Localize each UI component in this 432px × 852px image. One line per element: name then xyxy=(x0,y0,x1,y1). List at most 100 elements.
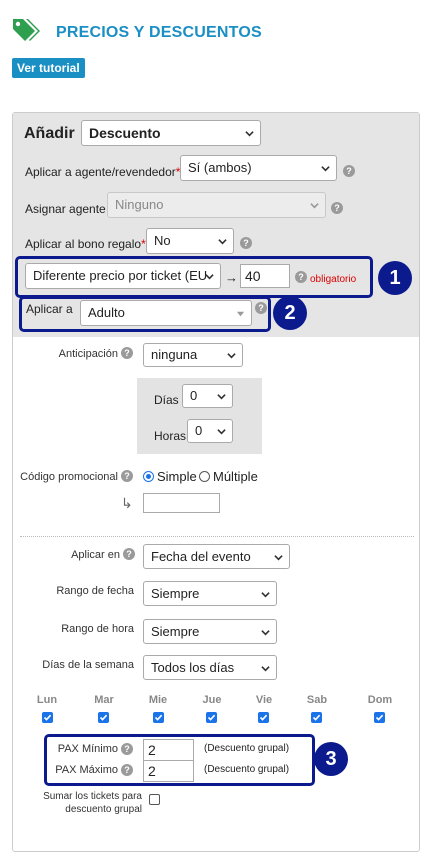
add-type-value: Descuento xyxy=(89,125,161,141)
chevron-down-icon xyxy=(310,203,319,209)
tags-icon xyxy=(13,19,40,41)
advance-help-icon[interactable]: ? xyxy=(121,347,133,359)
day-checkbox-tue[interactable] xyxy=(98,712,109,723)
chevron-down-icon xyxy=(205,274,214,280)
price-rule-select[interactable]: Diferente precio por ticket (EU xyxy=(25,263,221,289)
price-rule-value: Diferente precio por ticket (EU xyxy=(33,268,208,283)
caret-down-icon xyxy=(236,311,245,317)
promo-code-input[interactable] xyxy=(143,493,220,513)
day-checkbox-wed[interactable] xyxy=(153,712,164,723)
time-range-label: Rango de hora xyxy=(61,623,134,635)
days-value: 0 xyxy=(190,388,198,403)
pax-min-label: PAX Mínimo xyxy=(57,743,118,755)
day-checkbox-fri[interactable] xyxy=(258,712,269,723)
apply-on-label: Aplicar en xyxy=(71,549,120,561)
date-range-label: Rango de fecha xyxy=(56,585,134,597)
agent-label: Aplicar a agente/revendedor* xyxy=(25,165,181,179)
gift-select[interactable]: No xyxy=(146,228,234,254)
hours-select[interactable]: 0 xyxy=(187,419,233,443)
chevron-down-icon xyxy=(217,394,226,400)
callout-badge-1: 1 xyxy=(378,261,412,295)
pax-min-note: (Descuento grupal) xyxy=(204,743,290,754)
date-range-select[interactable]: Siempre xyxy=(143,581,277,606)
page-title: PRECIOS Y DESCUENTOS xyxy=(56,24,262,41)
time-range-select[interactable]: Siempre xyxy=(143,619,277,644)
apply-to-help-icon[interactable]: ? xyxy=(255,302,267,314)
chevron-down-icon xyxy=(218,239,227,245)
day-label-tue: Mar xyxy=(94,694,114,706)
assign-agent-label: Asignar agente xyxy=(25,202,106,216)
promo-simple-radio[interactable] xyxy=(143,471,154,482)
date-range-value: Siempre xyxy=(151,586,200,601)
days-label: Días xyxy=(154,393,179,407)
day-label-wed: Mie xyxy=(148,694,168,706)
day-label-sun: Dom xyxy=(367,694,393,706)
apply-on-help-icon[interactable]: ? xyxy=(123,548,135,560)
chevron-down-icon xyxy=(321,166,330,172)
promo-multiple-radio[interactable] xyxy=(199,471,210,482)
day-label-fri: Vie xyxy=(255,694,273,706)
day-checkbox-sat[interactable] xyxy=(311,712,322,723)
add-label: Añadir xyxy=(24,125,75,142)
advance-label: Anticipación xyxy=(58,348,118,360)
day-checkbox-mon[interactable] xyxy=(42,712,53,723)
time-range-value: Siempre xyxy=(151,624,200,639)
pax-max-label: PAX Máximo xyxy=(55,764,118,776)
weekdays-value: Todos los días xyxy=(151,660,235,675)
day-label-mon: Lun xyxy=(36,694,58,706)
assign-agent-value: Ninguno xyxy=(115,197,164,212)
tutorial-button[interactable]: Ver tutorial xyxy=(12,58,85,78)
promo-label: Código promocional xyxy=(20,471,118,483)
chevron-down-icon xyxy=(274,555,283,561)
agent-select[interactable]: Sí (ambos) xyxy=(180,155,337,181)
gift-help-icon[interactable]: ? xyxy=(240,237,252,249)
assign-agent-select[interactable]: Ninguno xyxy=(107,192,326,218)
gift-label: Aplicar al bono regalo* xyxy=(25,237,146,251)
chevron-down-icon xyxy=(261,630,270,636)
agent-value: Sí (ambos) xyxy=(188,160,252,175)
apply-to-label: Aplicar a xyxy=(26,302,73,316)
weekdays-label: Días de la semana xyxy=(42,659,134,671)
pax-max-input[interactable]: 2 xyxy=(143,760,194,782)
pax-max-note: (Descuento grupal) xyxy=(204,764,290,775)
apply-on-value: Fecha del evento xyxy=(151,549,251,564)
hours-label: Horas xyxy=(154,429,187,443)
callout-badge-3: 3 xyxy=(314,742,348,776)
pax-min-input[interactable]: 2 xyxy=(143,739,194,761)
chevron-down-icon xyxy=(261,592,270,598)
sum-tickets-checkbox[interactable] xyxy=(149,794,160,805)
required-text: obligatorio xyxy=(310,274,357,285)
advance-select[interactable]: ninguna xyxy=(143,343,243,367)
day-checkbox-sun[interactable] xyxy=(374,712,385,723)
assign-agent-help-icon[interactable]: ? xyxy=(331,202,343,214)
day-checkbox-thu[interactable] xyxy=(206,712,217,723)
apply-to-select[interactable]: Adulto xyxy=(80,300,252,326)
pax-min-help-icon[interactable]: ? xyxy=(121,743,133,755)
sum-tickets-label: Sumar los tickets para descuento grupal xyxy=(43,791,142,815)
weekdays-select[interactable]: Todos los días xyxy=(143,655,277,680)
advance-value: ninguna xyxy=(151,347,198,362)
price-help-icon[interactable]: ? xyxy=(295,271,307,283)
agent-help-icon[interactable]: ? xyxy=(343,165,355,177)
subarrow-icon: ↳ xyxy=(121,495,133,511)
apply-on-select[interactable]: Fecha del evento xyxy=(143,544,290,569)
apply-to-value: Adulto xyxy=(88,305,125,320)
gift-value: No xyxy=(154,233,171,248)
promo-help-icon[interactable]: ? xyxy=(121,470,133,482)
chevron-down-icon xyxy=(261,666,270,672)
price-arrow: → xyxy=(225,270,238,285)
day-label-sat: Sab xyxy=(306,694,328,706)
days-select[interactable]: 0 xyxy=(182,384,233,408)
chevron-down-icon xyxy=(217,429,226,435)
hours-value: 0 xyxy=(195,423,203,438)
chevron-down-icon xyxy=(227,353,236,359)
section-divider xyxy=(20,536,414,537)
pax-max-help-icon[interactable]: ? xyxy=(121,764,133,776)
price-amount-input[interactable]: 40 xyxy=(240,264,290,288)
day-label-thu: Jue xyxy=(202,694,222,706)
callout-badge-2: 2 xyxy=(273,296,307,330)
promo-simple-label: Simple xyxy=(157,469,197,484)
promo-multiple-label: Múltiple xyxy=(213,469,258,484)
add-type-select[interactable]: Descuento xyxy=(81,120,261,146)
page-header xyxy=(10,16,42,42)
